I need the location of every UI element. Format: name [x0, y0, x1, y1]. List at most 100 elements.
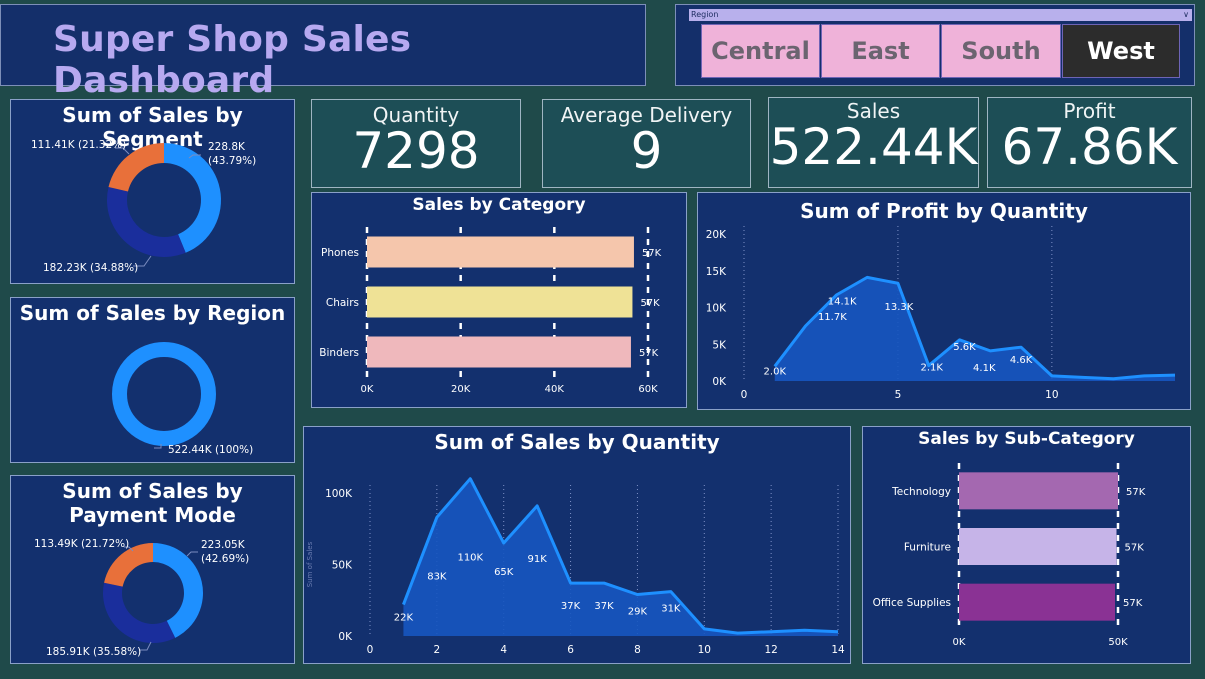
category-x-tick-label: 20K: [451, 384, 471, 395]
subcategory-category-label: Technology: [891, 486, 951, 498]
subcategory-value-label: 57K: [1123, 598, 1143, 609]
sales_qty-x-tick-label: 0: [367, 644, 374, 656]
segment-donut-chart: 228.8K (43.79%) 182.23K (34.88%) 111.41K (2…: [31, 139, 256, 274]
payment-data-label-1: 185.91K (35.58%): [46, 646, 141, 658]
subcategory-x-tick-label: 50K: [1108, 637, 1128, 648]
sales_qty-y-tick-label: 100K: [325, 488, 353, 500]
category-category-label: Phones: [321, 247, 359, 259]
subcategory-bar-chart: 0K 50K Technology 57K Furniture 57K Office Sup…: [873, 463, 1146, 648]
segment-data-label-0: 228.8K: [208, 141, 246, 153]
region-slicer-dropdown[interactable]: Region ∨: [689, 9, 1192, 21]
category-value-label: 57K: [642, 248, 662, 259]
profit_qty-data-label: 11.7K: [818, 312, 847, 323]
sales-quantity-chart-panel: Sum of Sales by Quantity 0 2 4 6 8 10 12 14 0K 50…: [303, 426, 851, 664]
profit-quantity-area-chart: 0 5 10 0K 5K 10K 15K 20K 2.0K 11.7K 14.1K 13.3K 2.1K…: [706, 226, 1176, 401]
region-slicer-label: Region: [691, 10, 719, 19]
kpi-quantity-card: Quantity 7298: [311, 99, 521, 188]
profit-quantity-chart-panel: Sum of Profit by Quantity 0 5 10 0K 5K 10K 15K…: [697, 192, 1191, 410]
subcategory-category-label: Furniture: [904, 542, 951, 554]
profit_qty-data-label: 2.1K: [920, 363, 943, 374]
category-category-label: Chairs: [326, 297, 359, 309]
segment-chart-panel: Sum of Sales by Segment 228.8K (43.79%) 18…: [10, 99, 295, 284]
subcategory-chart-panel: Sales by Sub-Category 0K 50K Technology 57K…: [862, 426, 1191, 664]
payment-slice-1: [102, 582, 176, 643]
profit_qty-data-label: 4.6K: [1010, 355, 1033, 366]
profit_qty-data-label: 14.1K: [828, 296, 857, 307]
kpi-sales-card: Sales 522.44K: [768, 97, 979, 188]
sales_qty-x-tick-label: 4: [500, 644, 507, 656]
region-donut-chart: 522.44K (100%): [112, 342, 253, 456]
slicer-option-south[interactable]: South: [941, 24, 1061, 78]
sales_qty-data-label: 37K: [561, 601, 581, 612]
category-value-label: 57K: [639, 348, 659, 359]
subcategory-value-label: 57K: [1125, 543, 1145, 554]
sales_qty-data-label: 83K: [427, 571, 447, 582]
sales_qty-data-label: 37K: [594, 601, 614, 612]
category-category-label: Binders: [319, 347, 359, 359]
sales_qty-x-tick-label: 2: [434, 644, 441, 656]
subcategory-x-tick-label: 0K: [953, 637, 966, 648]
payment-data-label-0: (42.69%): [201, 553, 249, 565]
category-x-tick-label: 60K: [638, 384, 658, 395]
slicer-option-west[interactable]: West: [1062, 24, 1180, 78]
payment-donut-chart: 223.05K (42.69%) 185.91K (35.58%) 113.49K (…: [34, 538, 249, 658]
title-panel: Super Shop Sales Dashboard: [0, 4, 646, 101]
segment-slice-1: [106, 186, 186, 257]
segment-data-label-1: 182.23K (34.88%): [43, 262, 138, 274]
sales_qty-x-tick-label: 14: [831, 644, 845, 656]
sales_qty-data-label: 110K: [457, 553, 483, 564]
subcategory-value-label: 57K: [1126, 487, 1146, 498]
chevron-down-icon[interactable]: ∨: [1183, 9, 1189, 21]
sales_qty-y-tick-label: 0K: [338, 631, 353, 643]
kpi-profit-card: Profit 67.86K: [987, 97, 1192, 188]
profit_qty-x-tick-label: 0: [741, 389, 748, 401]
sales_qty-data-label: 22K: [394, 613, 414, 624]
profit_qty-data-label: 13.3K: [885, 302, 914, 313]
region-slice-0: [112, 342, 216, 446]
category-x-tick-label: 40K: [545, 384, 565, 395]
profit_qty-y-tick-label: 5K: [712, 339, 727, 351]
category-chart-panel: Sales by Category 0K 20K 40K 60K Phones 57K Ch…: [311, 192, 687, 408]
profit_qty-data-label: 5.6K: [953, 342, 976, 353]
subcategory-bar: [959, 472, 1118, 510]
kpi-sales-value: 522.44K: [769, 118, 978, 176]
subcategory-bar: [959, 528, 1117, 565]
subcategory-bar: [959, 583, 1115, 621]
payment-data-label-0: 223.05K: [201, 539, 246, 551]
sales_qty-y-tick-label: 50K: [332, 560, 353, 572]
category-x-tick-label: 0K: [361, 384, 374, 395]
sales_qty-data-label: 31K: [661, 604, 681, 615]
category-bar-chart: 0K 20K 40K 60K Phones 57K Chairs 57K Binders 57K: [319, 227, 662, 395]
slicer-option-east[interactable]: East: [821, 24, 940, 78]
sales_qty-x-tick-label: 10: [698, 644, 711, 656]
profit_qty-data-label: 2.0K: [764, 366, 787, 377]
profit_qty-data-label: 4.1K: [973, 363, 996, 374]
sales_qty-y-axis-label: Sum of Sales: [306, 541, 314, 587]
category-bar: [367, 336, 631, 368]
payment-data-label-2: 113.49K (21.72%): [34, 538, 129, 550]
dashboard-title: Super Shop Sales Dashboard: [53, 19, 412, 101]
sales_qty-data-label: 29K: [628, 607, 648, 618]
profit_qty-y-tick-label: 20K: [706, 229, 727, 241]
profit_qty-y-tick-label: 15K: [706, 266, 727, 278]
payment-chart-panel: Sum of Sales by Payment Mode 223.05K (42.…: [10, 475, 295, 664]
kpi-quantity-value: 7298: [352, 122, 480, 180]
sales_qty-x-tick-label: 6: [567, 644, 574, 656]
sales_qty-x-tick-label: 12: [764, 644, 777, 656]
profit_qty-y-tick-label: 10K: [706, 303, 727, 315]
profit_qty-y-tick-label: 0K: [712, 376, 727, 388]
category-bar: [367, 236, 634, 268]
kpi-delivery-card: Average Delivery 9: [542, 99, 751, 188]
slicer-option-central[interactable]: Central: [701, 24, 820, 78]
category-bar: [367, 286, 633, 318]
category-value-label: 57K: [640, 298, 660, 309]
payment-leader-line-0: [186, 551, 198, 557]
profit_qty-x-tick-label: 10: [1045, 389, 1058, 401]
segment-data-label-2: 111.41K (21.32%): [31, 139, 126, 151]
subcategory-category-label: Office Supplies: [873, 597, 951, 609]
sales_qty-data-label: 65K: [494, 567, 514, 578]
sales_qty-data-label: 91K: [527, 554, 547, 565]
kpi-delivery-value: 9: [630, 122, 663, 180]
kpi-profit-value: 67.86K: [1001, 118, 1178, 176]
segment-data-label-0: (43.79%): [208, 155, 256, 167]
